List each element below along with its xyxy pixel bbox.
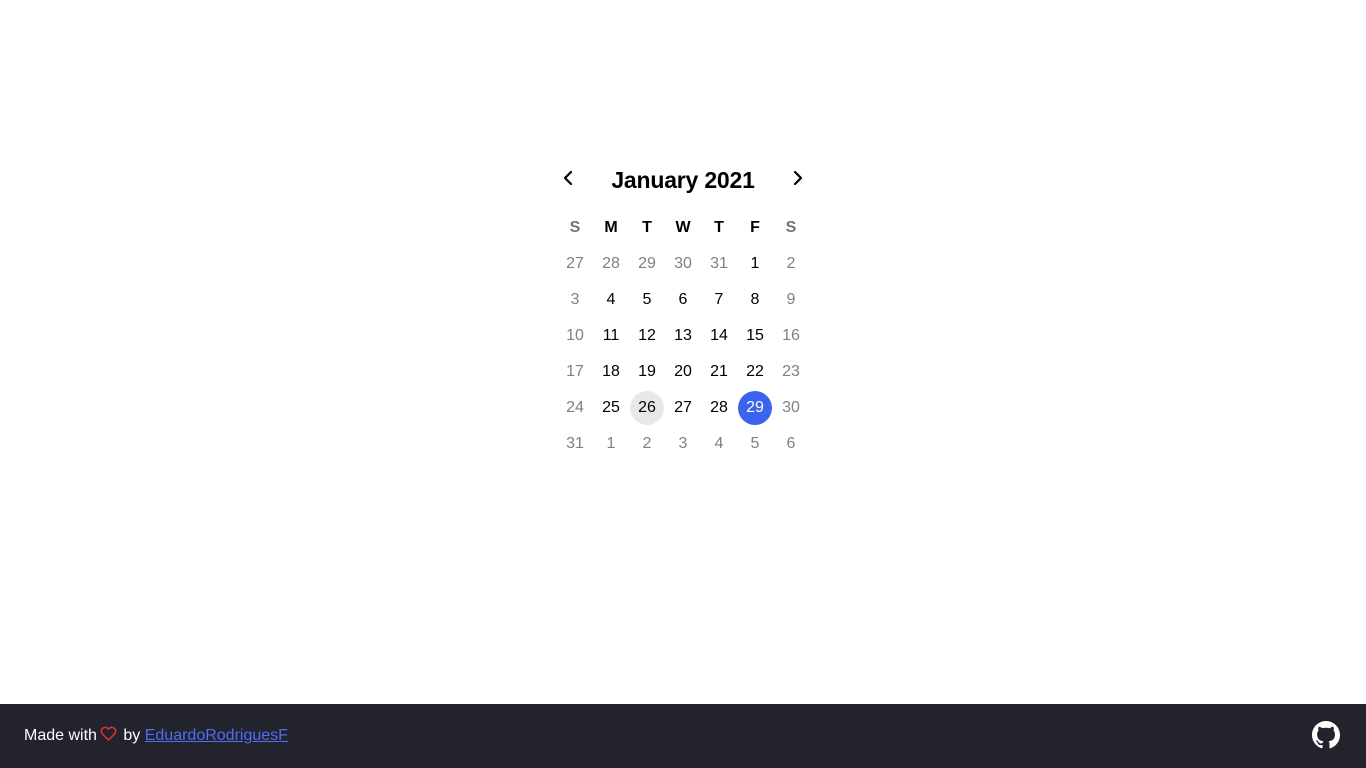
- day-cell[interactable]: 12: [630, 319, 664, 353]
- day-cell[interactable]: 29: [630, 247, 664, 281]
- by-text: by: [123, 727, 141, 744]
- day-cell[interactable]: 19: [630, 355, 664, 389]
- weekday-label: S: [569, 219, 581, 236]
- day-cell[interactable]: 27: [666, 391, 700, 425]
- calendar: January 2021 SMTWTFS 27 28 29 30 31 1 2 3 4 5 6 7 8 9…: [557, 162, 809, 452]
- day-cell[interactable]: 23: [774, 355, 808, 389]
- day-cell[interactable]: 5: [738, 427, 772, 461]
- day-cell[interactable]: 21: [702, 355, 736, 389]
- day-cell[interactable]: 20: [666, 355, 700, 389]
- day-cell[interactable]: 6: [666, 283, 700, 317]
- day-cell[interactable]: 25: [594, 391, 628, 425]
- author-link[interactable]: EduardoRodriguesF: [145, 727, 288, 744]
- day-cell[interactable]: 3: [558, 283, 592, 317]
- weekday-label: F: [750, 219, 760, 236]
- day-cell[interactable]: 4: [594, 283, 628, 317]
- day-cell[interactable]: 2: [774, 247, 808, 281]
- chevron-right-icon: [791, 170, 805, 191]
- day-cell[interactable]: 4: [702, 427, 736, 461]
- github-icon[interactable]: [1312, 721, 1340, 749]
- weekday-label: M: [604, 219, 618, 236]
- day-cell[interactable]: 6: [774, 427, 808, 461]
- day-cell[interactable]: 16: [774, 319, 808, 353]
- day-cell-today[interactable]: 26: [630, 391, 664, 425]
- day-cell[interactable]: 18: [594, 355, 628, 389]
- weekday-label: S: [785, 219, 797, 236]
- day-cell[interactable]: 7: [702, 283, 736, 317]
- day-cell[interactable]: 31: [558, 427, 592, 461]
- heart-icon: [100, 726, 117, 741]
- day-cell[interactable]: 28: [702, 391, 736, 425]
- day-cell[interactable]: 9: [774, 283, 808, 317]
- month-title: January 2021: [611, 167, 755, 193]
- next-month-button[interactable]: [787, 162, 809, 198]
- day-cell[interactable]: 24: [558, 391, 592, 425]
- day-cell[interactable]: 2: [630, 427, 664, 461]
- day-cell[interactable]: 30: [774, 391, 808, 425]
- day-cell[interactable]: 3: [666, 427, 700, 461]
- day-cell[interactable]: 17: [558, 355, 592, 389]
- footer: Made with by EduardoRodriguesF: [0, 704, 1366, 768]
- weekday-row: SMTWTFS: [557, 210, 809, 246]
- day-cell[interactable]: 8: [738, 283, 772, 317]
- day-cell[interactable]: 1: [594, 427, 628, 461]
- day-cell[interactable]: 31: [702, 247, 736, 281]
- day-grid: 27 28 29 30 31 1 2 3 4 5 6 7 8 9 10 11 12 13 14 15 16 17 18 19 2…: [557, 246, 809, 462]
- day-cell[interactable]: 14: [702, 319, 736, 353]
- day-cell-selected[interactable]: 29: [738, 391, 772, 425]
- day-cell[interactable]: 27: [558, 247, 592, 281]
- footer-credit: Made with by EduardoRodriguesF: [24, 704, 288, 768]
- weekday-label: W: [675, 219, 691, 236]
- day-cell[interactable]: 5: [630, 283, 664, 317]
- day-cell[interactable]: 22: [738, 355, 772, 389]
- calendar-header: January 2021: [557, 162, 809, 198]
- weekday-label: T: [714, 219, 724, 236]
- day-cell[interactable]: 11: [594, 319, 628, 353]
- day-cell[interactable]: 10: [558, 319, 592, 353]
- day-cell[interactable]: 30: [666, 247, 700, 281]
- day-cell[interactable]: 28: [594, 247, 628, 281]
- day-cell[interactable]: 13: [666, 319, 700, 353]
- weekday-label: T: [642, 219, 652, 236]
- day-cell[interactable]: 15: [738, 319, 772, 353]
- made-with-text: Made with: [24, 727, 97, 744]
- day-cell[interactable]: 1: [738, 247, 772, 281]
